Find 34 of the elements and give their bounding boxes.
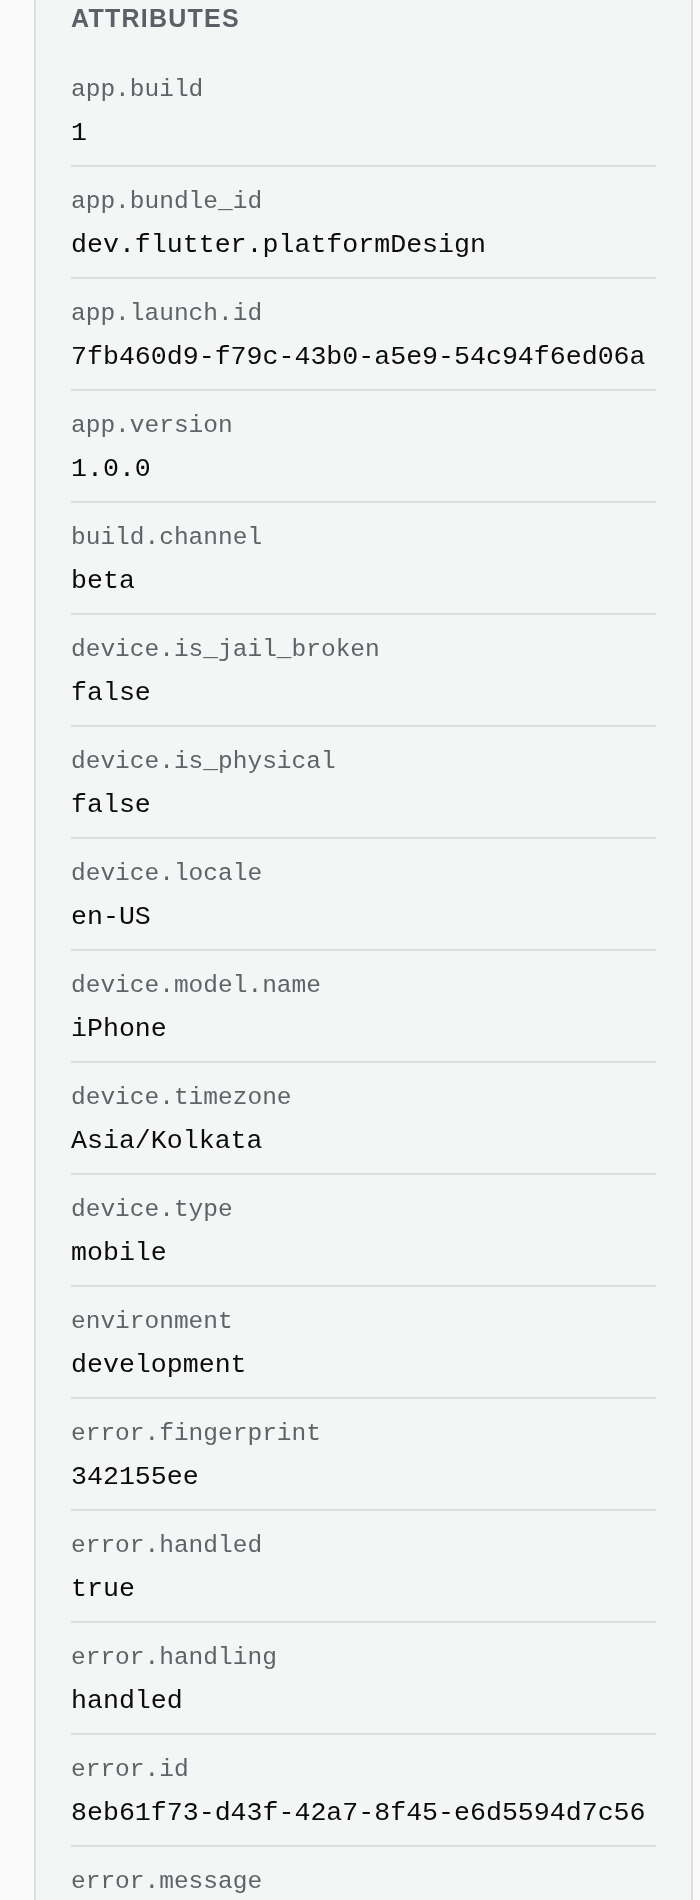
attribute-key: error.fingerprint xyxy=(71,1419,656,1448)
attribute-key: device.timezone xyxy=(71,1083,656,1112)
attribute-key: app.bundle_id xyxy=(71,187,656,216)
attribute-key: app.version xyxy=(71,411,656,440)
attribute-value: mobile xyxy=(71,1237,168,1270)
attribute-key: error.message xyxy=(71,1867,656,1896)
attribute-value: handled xyxy=(71,1685,184,1718)
attribute-value: dev.flutter.platformDesign xyxy=(71,229,487,262)
attribute-value: 342155ee xyxy=(71,1461,200,1494)
attribute-key: environment xyxy=(71,1307,656,1336)
attribute-key: app.build xyxy=(71,75,656,104)
attribute-value: iPhone xyxy=(71,1013,168,1046)
attribute-key: error.id xyxy=(71,1755,656,1784)
attribute-value: false xyxy=(71,789,152,822)
attribute-key: device.model.name xyxy=(71,971,656,1000)
attribute-key: app.launch.id xyxy=(71,299,656,328)
attribute-key: build.channel xyxy=(71,523,656,552)
attribute-key: device.is_jail_broken xyxy=(71,635,656,664)
attribute-value: true xyxy=(71,1573,136,1606)
section-heading: ATTRIBUTES xyxy=(71,3,241,33)
attribute-key: device.type xyxy=(71,1195,656,1224)
attribute-key: error.handling xyxy=(71,1643,656,1672)
attribute-value: 1.0.0 xyxy=(71,453,152,486)
attribute-key: device.is_physical xyxy=(71,747,656,776)
attribute-value: beta xyxy=(71,565,136,598)
attribute-value: 8eb61f73-d43f-42a7-8f45-e6d5594d7c56 xyxy=(71,1797,647,1830)
attribute-value: en-US xyxy=(71,901,152,934)
attribute-value: Asia/Kolkata xyxy=(71,1125,264,1158)
attribute-key: error.handled xyxy=(71,1531,656,1560)
attribute-key: device.locale xyxy=(71,859,656,888)
attribute-value: 1 xyxy=(71,117,88,150)
attribute-value: development xyxy=(71,1349,248,1382)
attribute-value: 7fb460d9-f79c-43b0-a5e9-54c94f6ed06a xyxy=(71,341,647,374)
attribute-value: false xyxy=(71,677,152,710)
